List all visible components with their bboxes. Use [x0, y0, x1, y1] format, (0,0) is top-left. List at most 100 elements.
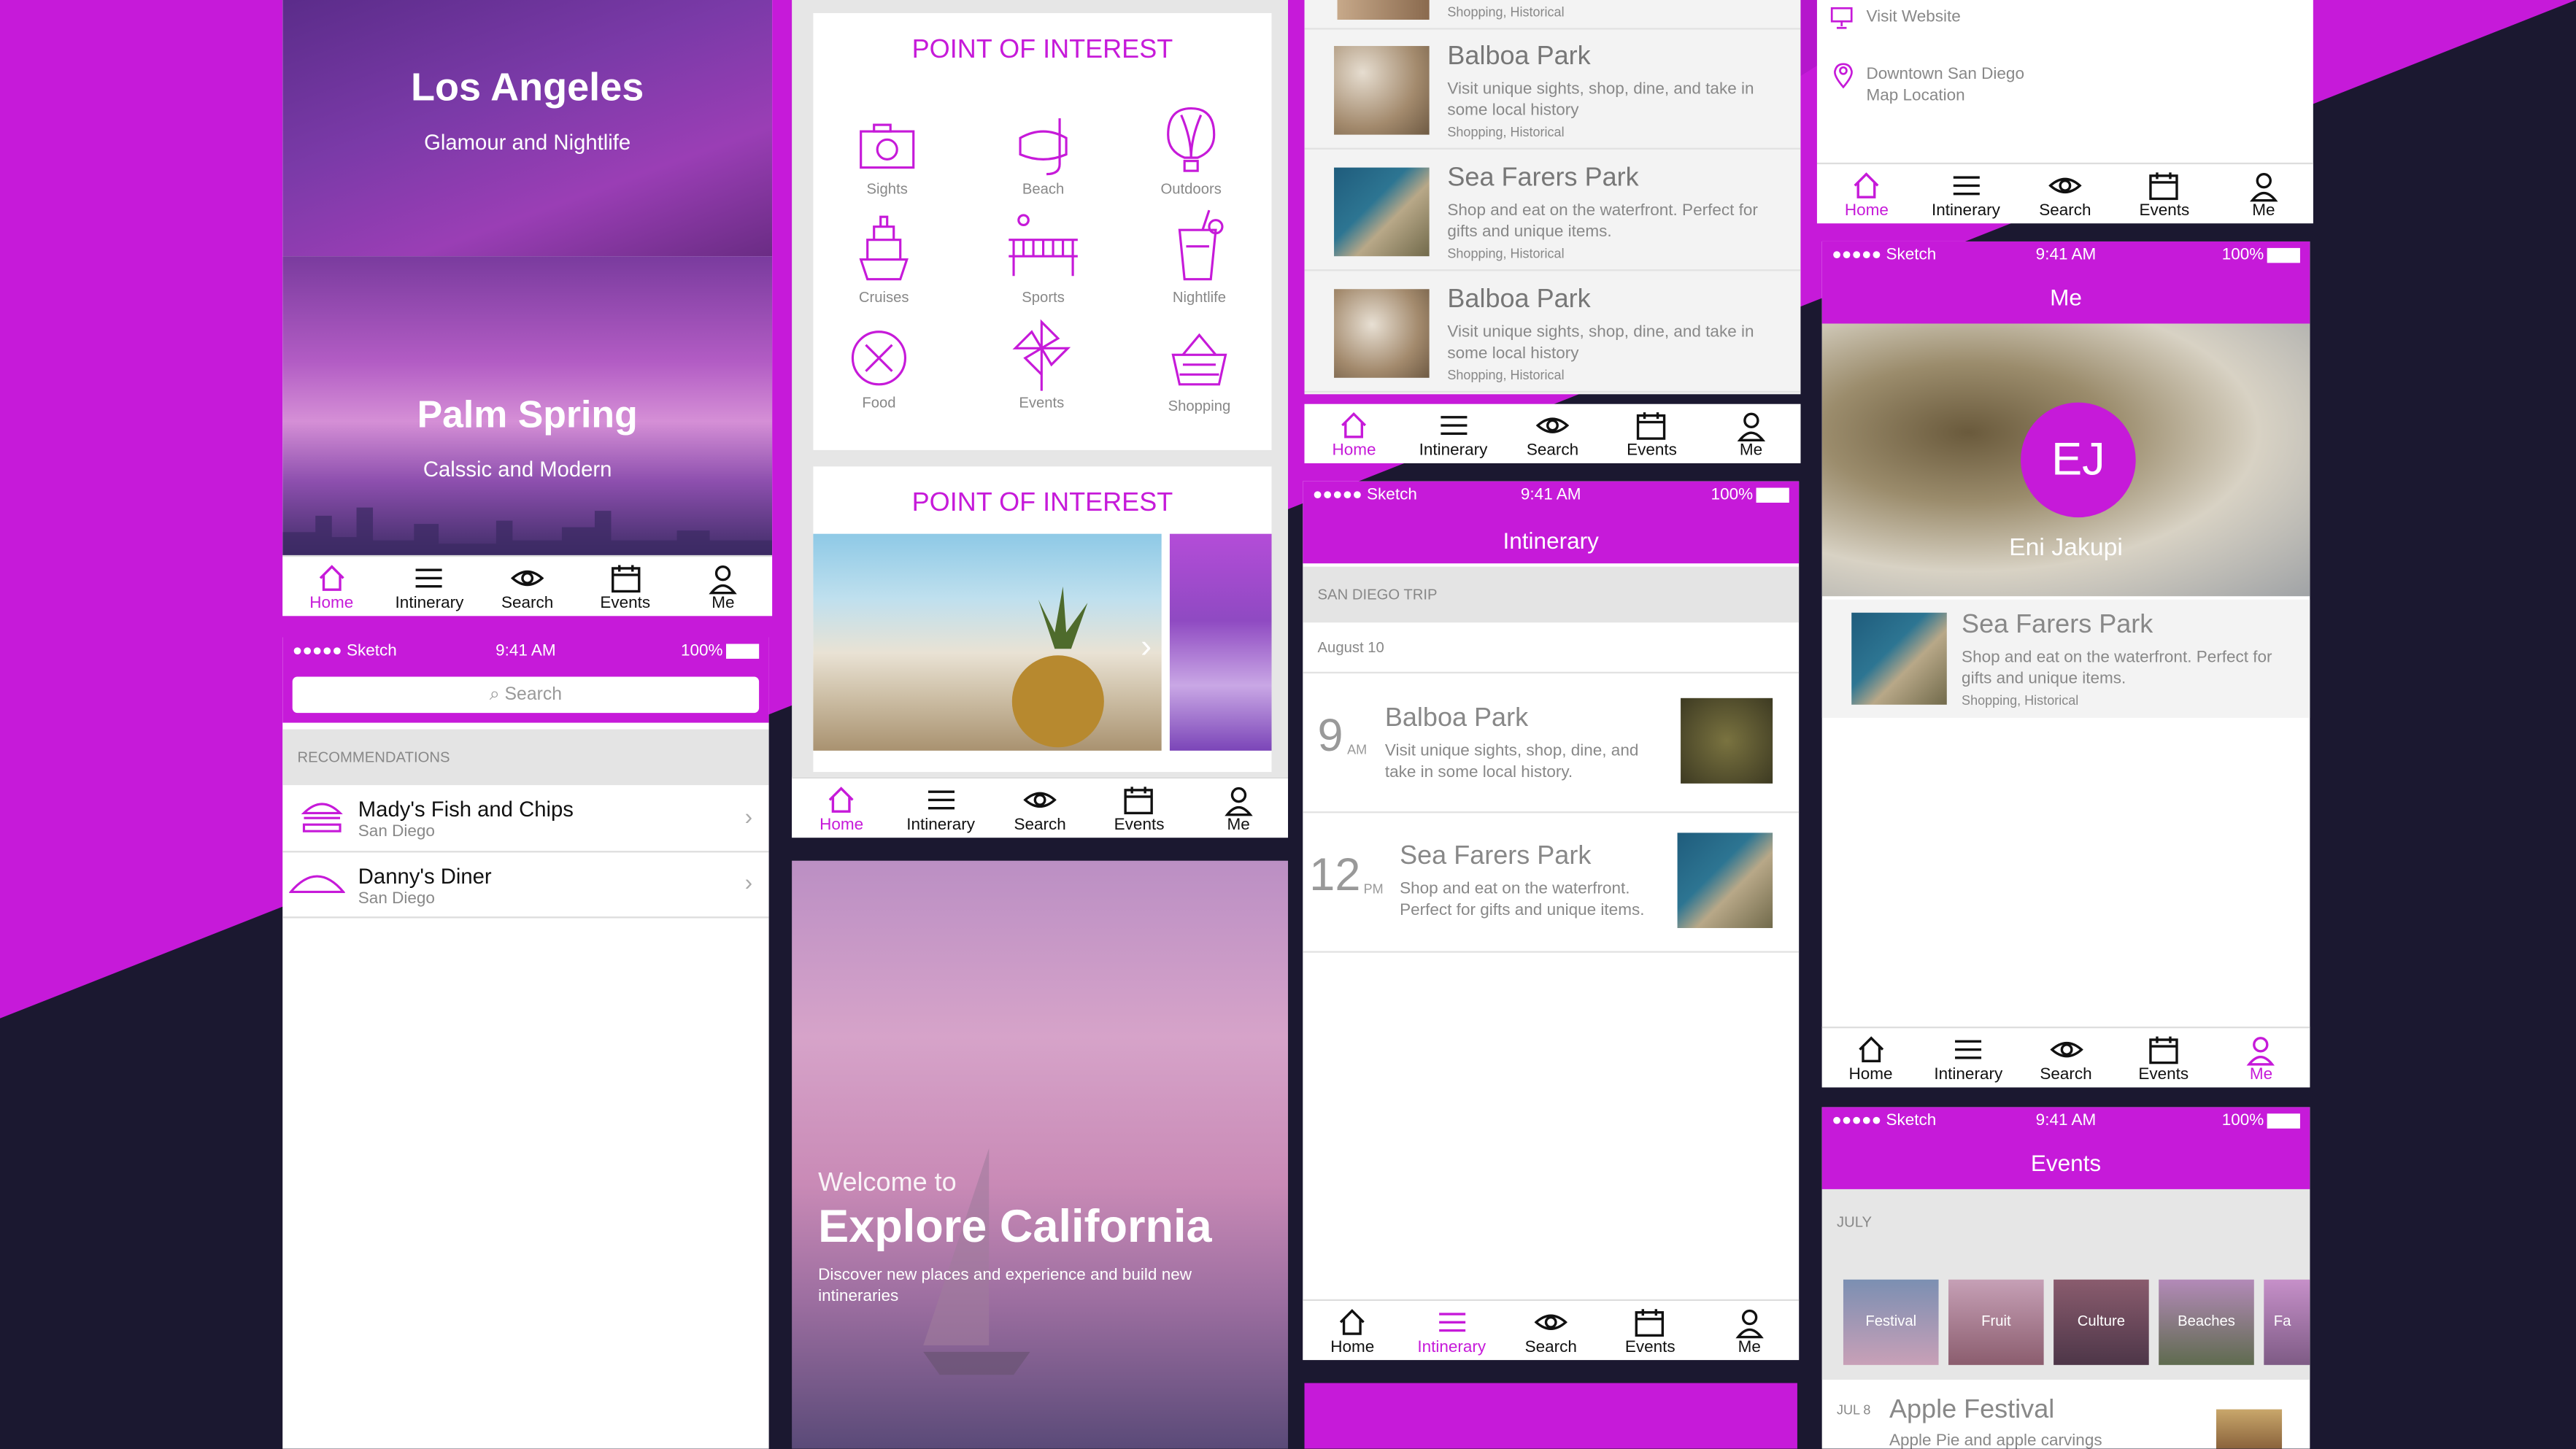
- place-item[interactable]: Sea Farers Park Shop and eat on the wate…: [1304, 151, 1801, 271]
- tab-search[interactable]: Search: [1501, 1301, 1600, 1360]
- places-list-screen: Shopping, Historical Balboa Park Visit u…: [1304, 0, 1801, 395]
- chevron-right-icon[interactable]: ›: [1141, 629, 1152, 667]
- home-icon: [1340, 1309, 1365, 1335]
- poi-shopping[interactable]: Shopping: [1142, 328, 1257, 414]
- poi-grid-card: POINT OF INTEREST Sights Beach Outdoors …: [813, 13, 1272, 450]
- itinerary-item[interactable]: 9 AM Balboa Park Visit unique sights, sh…: [1303, 673, 1800, 814]
- tab-home[interactable]: Home: [282, 557, 380, 616]
- tab-me[interactable]: Me: [1702, 404, 1801, 463]
- tab-itinerary[interactable]: Intinerary: [891, 778, 990, 838]
- city-tagline: Calssic and Modern: [423, 456, 612, 482]
- cities-screen: Los Angeles Glamour and Nightlife Palm S…: [282, 0, 773, 617]
- palm-spring-card[interactable]: Palm Spring Calssic and Modern: [282, 256, 773, 557]
- poi-carousel-card: POINT OF INTEREST ›: [813, 466, 1272, 773]
- tab-itinerary[interactable]: Intinerary: [1402, 1301, 1501, 1360]
- tab-me[interactable]: Me: [674, 557, 772, 616]
- pineapple-photo[interactable]: ›: [813, 533, 1162, 751]
- eye-icon: [1023, 792, 1057, 808]
- trip-header: SAN DIEGO TRIP: [1303, 566, 1800, 623]
- tab-me[interactable]: Me: [1700, 1301, 1799, 1360]
- menu-icon: [1952, 176, 1979, 196]
- tab-events[interactable]: Events: [2115, 1028, 2213, 1087]
- place-detail-screen: Visit Website Downtown San Diego Map Loc…: [1816, 0, 2313, 224]
- event-category[interactable]: Festival: [1843, 1279, 1939, 1365]
- tab-home[interactable]: Home: [1305, 404, 1404, 463]
- avatar[interactable]: EJ: [2021, 402, 2136, 518]
- page-title: Intinerary: [1503, 527, 1599, 554]
- tab-events[interactable]: Events: [1603, 404, 1702, 463]
- event-category[interactable]: Fruit: [1948, 1279, 2044, 1365]
- tab-events[interactable]: Events: [1090, 778, 1189, 838]
- poi-nightlife[interactable]: Nightlife: [1142, 207, 1257, 306]
- tab-me[interactable]: Me: [2214, 164, 2313, 223]
- place-thumbnail: [1334, 289, 1430, 378]
- person-icon: [1224, 787, 1253, 816]
- poi-outdoors[interactable]: Outdoors: [1133, 105, 1249, 197]
- ship-icon: [859, 215, 909, 281]
- itinerary-item[interactable]: 12 PM Sea Farers Park Shop and eat on th…: [1303, 813, 1800, 953]
- tab-events[interactable]: Events: [1600, 1301, 1700, 1360]
- tab-me[interactable]: Me: [1189, 778, 1288, 838]
- tab-itinerary[interactable]: Intinerary: [1919, 1028, 2017, 1087]
- status-bar: ●●●●● Sketch 9:41 AM 100%: [1303, 482, 1799, 508]
- calendar-icon: [1637, 412, 1667, 440]
- snorkel-icon: [1019, 118, 1068, 176]
- tab-bar: Home Intinerary Search Events Me: [1816, 162, 2313, 224]
- list-item[interactable]: Mady's Fish and Chips San Diego ›: [282, 785, 769, 853]
- place-item[interactable]: Balboa Park Visit unique sights, shop, d…: [1304, 273, 1801, 393]
- calendar-icon: [2150, 172, 2179, 201]
- eye-icon: [1536, 417, 1570, 433]
- tab-itinerary[interactable]: Intinerary: [380, 557, 478, 616]
- favorite-place[interactable]: Sea Farers Park Shop and eat on the wate…: [1821, 599, 2310, 718]
- status-bar: ●●●●● Sketch 9:41 AM 100%: [1822, 1107, 2310, 1133]
- eye-icon: [511, 570, 544, 587]
- event-item[interactable]: JUL 8 Apple Festival Apple Pie and apple…: [1822, 1386, 2310, 1449]
- fork-knife-icon: [851, 331, 907, 386]
- poi-food[interactable]: Food: [822, 325, 937, 411]
- pinwheel-icon: [1012, 319, 1071, 391]
- tab-home[interactable]: Home: [1822, 1028, 1920, 1087]
- tab-me[interactable]: Me: [2213, 1028, 2310, 1087]
- event-category[interactable]: Fa: [2264, 1279, 2310, 1365]
- list-item[interactable]: Shopping, Historical: [1304, 0, 1801, 30]
- tab-search[interactable]: Search: [990, 778, 1090, 838]
- home-icon: [1341, 411, 1367, 438]
- tab-home[interactable]: Home: [1817, 164, 1916, 223]
- city-tagline: Glamour and Nightlife: [424, 129, 631, 155]
- canvas: Los Angeles Glamour and Nightlife Palm S…: [0, 0, 2576, 1449]
- tab-home[interactable]: Home: [792, 778, 891, 838]
- event-category[interactable]: Culture: [2054, 1279, 2149, 1365]
- poi-cruises[interactable]: Cruises: [826, 210, 941, 306]
- place-item[interactable]: Balboa Park Visit unique sights, shop, d…: [1304, 30, 1801, 150]
- poi-events[interactable]: Events: [984, 319, 1100, 411]
- tab-search[interactable]: Search: [1503, 404, 1603, 463]
- poi-sights[interactable]: Sights: [830, 115, 945, 197]
- poi-beach[interactable]: Beach: [986, 115, 1101, 197]
- list-item[interactable]: Danny's Diner San Diego ›: [282, 851, 769, 919]
- event-category[interactable]: Beaches: [2159, 1279, 2254, 1365]
- tab-itinerary[interactable]: Intinerary: [1916, 164, 2016, 223]
- los-angeles-card[interactable]: Los Angeles Glamour and Nightlife: [282, 0, 773, 257]
- balloon-icon: [1167, 107, 1216, 172]
- tab-search[interactable]: Search: [479, 557, 576, 616]
- tab-search[interactable]: Search: [2016, 164, 2115, 223]
- poi-sports[interactable]: Sports: [986, 210, 1101, 306]
- home-icon: [1858, 1036, 1883, 1063]
- place-thumbnail: [1334, 46, 1430, 135]
- tab-search[interactable]: Search: [2017, 1028, 2115, 1087]
- chevron-right-icon: ›: [744, 868, 753, 895]
- page-title: Events: [2030, 1149, 2102, 1176]
- tab-itinerary[interactable]: Intinerary: [1404, 404, 1503, 463]
- page-title: Me: [2050, 284, 2082, 311]
- tab-events[interactable]: Events: [2115, 164, 2214, 223]
- welcome-label: Welcome to: [818, 1169, 957, 1198]
- tab-home[interactable]: Home: [1303, 1301, 1402, 1360]
- tab-bar: Home Intinerary Search Events Me: [1304, 403, 1801, 463]
- person-icon: [709, 565, 738, 595]
- tab-events[interactable]: Events: [576, 557, 674, 616]
- next-photo[interactable]: [1169, 533, 1272, 751]
- places-tabbar-screen: Home Intinerary Search Events Me: [1304, 403, 1801, 463]
- map-location-link[interactable]: Downtown San Diego Map Location: [1830, 63, 2159, 112]
- welcome-subtitle: Discover new places and experience and b…: [818, 1266, 1192, 1306]
- search-input[interactable]: ⌕ Search: [292, 676, 760, 714]
